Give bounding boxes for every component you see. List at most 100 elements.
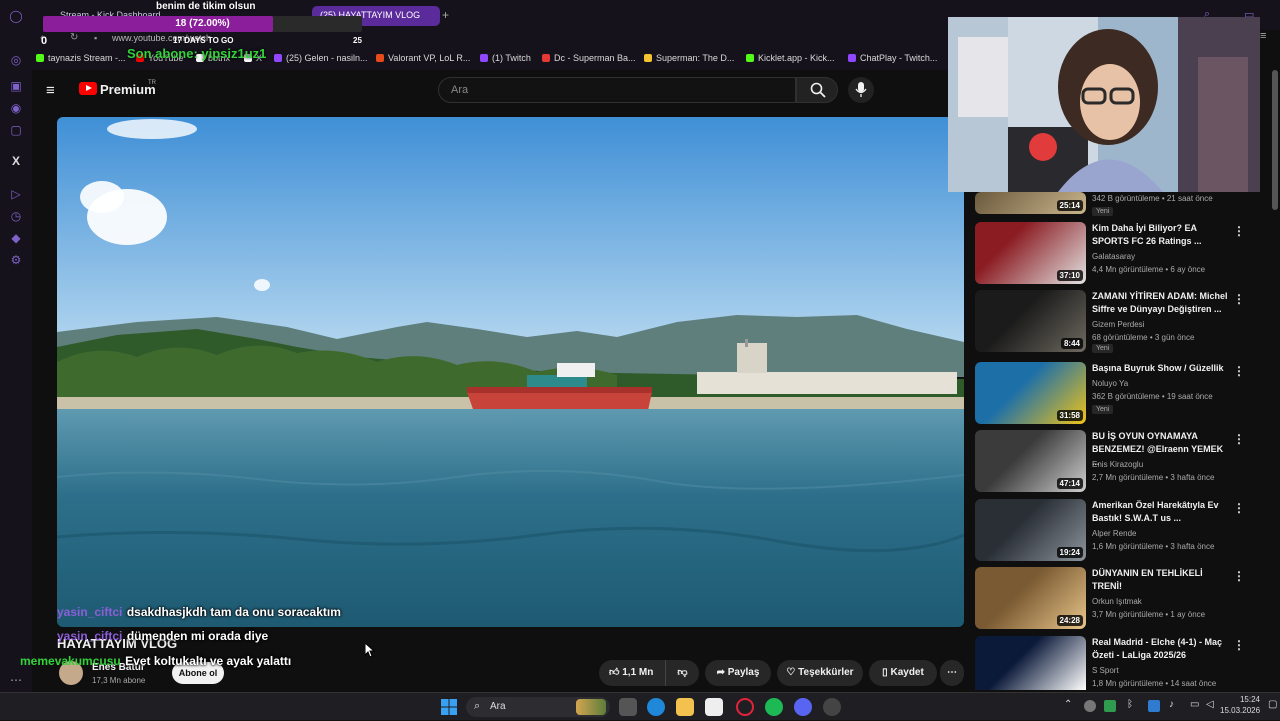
bookmark-item[interactable]: (25) Gelen - nasiln... xyxy=(274,53,368,63)
more-actions-button[interactable]: ⋯ xyxy=(940,660,964,686)
network-icon[interactable]: ▭ xyxy=(1190,699,1199,710)
video-meta: 1,8 Mn görüntüleme • 14 saat önce xyxy=(1092,679,1217,688)
bookmark-item[interactable]: Superman: The D... xyxy=(644,53,734,63)
bookmark-item[interactable]: ChatPlay - Twitch... xyxy=(848,53,937,63)
recommendation-item[interactable]: 19:24 Amerikan Özel Harekâtıyla Ev Bastı… xyxy=(975,499,1245,563)
recommendation-item[interactable]: Real Madrid - Elche (4-1) - Maç Özeti - … xyxy=(975,636,1245,690)
video-title[interactable]: Amerikan Özel Harekâtıyla Ev Bastık! S.W… xyxy=(1092,499,1230,525)
sidebar-discord-icon[interactable]: ◉ xyxy=(8,100,24,116)
bluetooth-icon[interactable]: ᛒ xyxy=(1127,699,1133,710)
sidebar-more-icon[interactable]: ⋯ xyxy=(8,672,24,688)
video-title[interactable]: DÜNYANIN EN TEHLİKELİ TRENİ! xyxy=(1092,567,1230,593)
channel-name[interactable]: Enis Kirazoglu xyxy=(1092,460,1143,469)
voice-search-button[interactable] xyxy=(848,77,874,103)
channel-name[interactable]: S Sport xyxy=(1092,666,1119,675)
sidebar-settings-icon[interactable]: ⚙ xyxy=(8,252,24,268)
edge-icon[interactable] xyxy=(647,698,665,716)
recommendation-item[interactable]: 31:58 Başına Buyruk Show / Güzellik Nolu… xyxy=(975,362,1245,426)
video-title[interactable]: Başına Buyruk Show / Güzellik xyxy=(1092,362,1230,375)
video-title[interactable]: Kim Daha İyi Biliyor? EA SPORTS FC 26 Ra… xyxy=(1092,222,1230,248)
page-scrollbar[interactable] xyxy=(1272,70,1278,210)
more-options-icon[interactable]: ⋮ xyxy=(1233,638,1245,652)
like-button[interactable]: 👍︎ 1,1 Mn xyxy=(599,660,665,686)
new-tab-button[interactable]: + xyxy=(442,8,449,22)
clock-time[interactable]: 15:24 xyxy=(1220,695,1260,704)
recommendation-item[interactable]: 47:14 BU İŞ OYUN OYNAMAYA BENZEMEZ! @Elr… xyxy=(975,430,1245,494)
thanks-button[interactable]: ♡ Teşekkürler xyxy=(777,660,863,686)
youtube-logo-icon[interactable] xyxy=(79,82,97,95)
more-options-icon[interactable]: ⋮ xyxy=(1233,432,1245,446)
video-thumbnail[interactable]: 31:58 xyxy=(975,362,1086,424)
video-thumbnail[interactable]: 37:10 xyxy=(975,222,1086,284)
video-player[interactable] xyxy=(57,117,964,627)
tray-security-icon[interactable] xyxy=(1148,700,1160,712)
obs-icon[interactable] xyxy=(823,698,841,716)
sidebar-twitch-icon[interactable]: ▣ xyxy=(8,78,24,94)
windows-start-icon[interactable] xyxy=(440,698,458,716)
menu-icon[interactable]: ≡ xyxy=(1260,30,1266,42)
sidebar-x-icon[interactable]: X xyxy=(8,153,24,169)
video-thumbnail[interactable] xyxy=(975,636,1086,690)
video-thumbnail[interactable]: 25:14 xyxy=(975,192,1086,214)
volume-icon[interactable]: ◁ xyxy=(1206,699,1214,710)
taskbar-search[interactable]: ⌕ Ara xyxy=(466,697,610,717)
hamburger-menu-icon[interactable]: ≡ xyxy=(46,82,55,99)
video-thumbnail[interactable]: 24:28 xyxy=(975,567,1086,629)
reload-icon[interactable]: ↻ xyxy=(70,32,78,43)
microphone-tray-icon[interactable]: ♪ xyxy=(1169,699,1174,710)
more-options-icon[interactable]: ⋮ xyxy=(1233,292,1245,306)
video-duration: 25:14 xyxy=(1056,200,1083,211)
video-thumbnail[interactable]: 47:14 xyxy=(975,430,1086,492)
more-options-icon[interactable]: ⋮ xyxy=(1233,569,1245,583)
video-thumbnail[interactable]: 8:44 xyxy=(975,290,1086,352)
opera-logo-icon[interactable]: ◯ xyxy=(8,8,24,24)
bookmark-item[interactable]: Valorant VP, LoL R... xyxy=(376,53,470,63)
goal-title: benim de tikim olsun xyxy=(156,1,256,12)
bookmark-favicon-icon xyxy=(848,54,856,62)
tray-overflow-icon[interactable]: ⌃ xyxy=(1064,699,1072,710)
file-explorer-icon[interactable] xyxy=(676,698,694,716)
video-title[interactable]: ZAMANI YİTİREN ADAM: Michel Siffre ve Dü… xyxy=(1092,290,1230,316)
bookmark-item[interactable]: Dc - Superman Ba... xyxy=(542,53,636,63)
opera-gx-icon[interactable] xyxy=(736,698,754,716)
video-thumbnail[interactable]: 19:24 xyxy=(975,499,1086,561)
bookmark-item[interactable]: Kicklet.app - Kick... xyxy=(746,53,835,63)
video-title[interactable]: Real Madrid - Elche (4-1) - Maç Özeti - … xyxy=(1092,636,1230,662)
sidebar-aria-icon[interactable]: ◎ xyxy=(8,52,24,68)
task-view-icon[interactable] xyxy=(619,698,637,716)
video-duration: 19:24 xyxy=(1056,547,1083,558)
search-button[interactable] xyxy=(796,77,838,103)
sidebar-history-icon[interactable]: ◷ xyxy=(8,208,24,224)
more-options-icon[interactable]: ⋮ xyxy=(1233,364,1245,378)
more-options-icon[interactable]: ⋮ xyxy=(1233,224,1245,238)
clock-date[interactable]: 15.03.2026 xyxy=(1220,706,1260,715)
discord-icon[interactable] xyxy=(794,698,812,716)
recommendation-item[interactable]: 8:44 ZAMANI YİTİREN ADAM: Michel Siffre … xyxy=(975,290,1245,354)
channel-name[interactable]: Gizem Perdesi xyxy=(1092,320,1144,329)
channel-name[interactable]: Alper Rende xyxy=(1092,529,1136,538)
dislike-button[interactable]: 👎︎ xyxy=(665,660,699,686)
video-duration: 37:10 xyxy=(1056,270,1083,281)
tray-app-icon[interactable] xyxy=(1084,700,1096,712)
spotify-icon[interactable] xyxy=(765,698,783,716)
recommendation-item[interactable]: 37:10 Kim Daha İyi Biliyor? EA SPORTS FC… xyxy=(975,222,1245,286)
video-meta: 3,7 Mn görüntüleme • 1 ay önce xyxy=(1092,610,1206,619)
search-input[interactable]: Ara xyxy=(438,77,796,103)
notifications-icon[interactable]: ▢ xyxy=(1268,699,1277,710)
bookmark-favicon-icon xyxy=(644,54,652,62)
save-button[interactable]: ▯ Kaydet xyxy=(869,660,937,686)
channel-name[interactable]: Galatasaray xyxy=(1092,252,1135,261)
channel-name[interactable]: Noluyo Ya xyxy=(1092,379,1128,388)
more-options-icon[interactable]: ⋮ xyxy=(1233,501,1245,515)
sidebar-player-icon[interactable]: ▷ xyxy=(8,186,24,202)
share-button[interactable]: ➦ Paylaş xyxy=(705,660,771,686)
bookmark-item[interactable]: taynazis Stream -... xyxy=(36,53,126,63)
recommendation-item[interactable]: 24:28 DÜNYANIN EN TEHLİKELİ TRENİ! Orkun… xyxy=(975,567,1245,631)
goal-start-value: 0 xyxy=(41,35,48,47)
sidebar-extensions-icon[interactable]: ◆ xyxy=(8,230,24,246)
store-icon[interactable] xyxy=(705,698,723,716)
tray-nvidia-icon[interactable] xyxy=(1104,700,1116,712)
channel-name[interactable]: Orkun Işıtmak xyxy=(1092,597,1142,606)
bookmark-item[interactable]: (1) Twitch xyxy=(480,53,531,63)
sidebar-messenger-icon[interactable]: ▢ xyxy=(8,122,24,138)
